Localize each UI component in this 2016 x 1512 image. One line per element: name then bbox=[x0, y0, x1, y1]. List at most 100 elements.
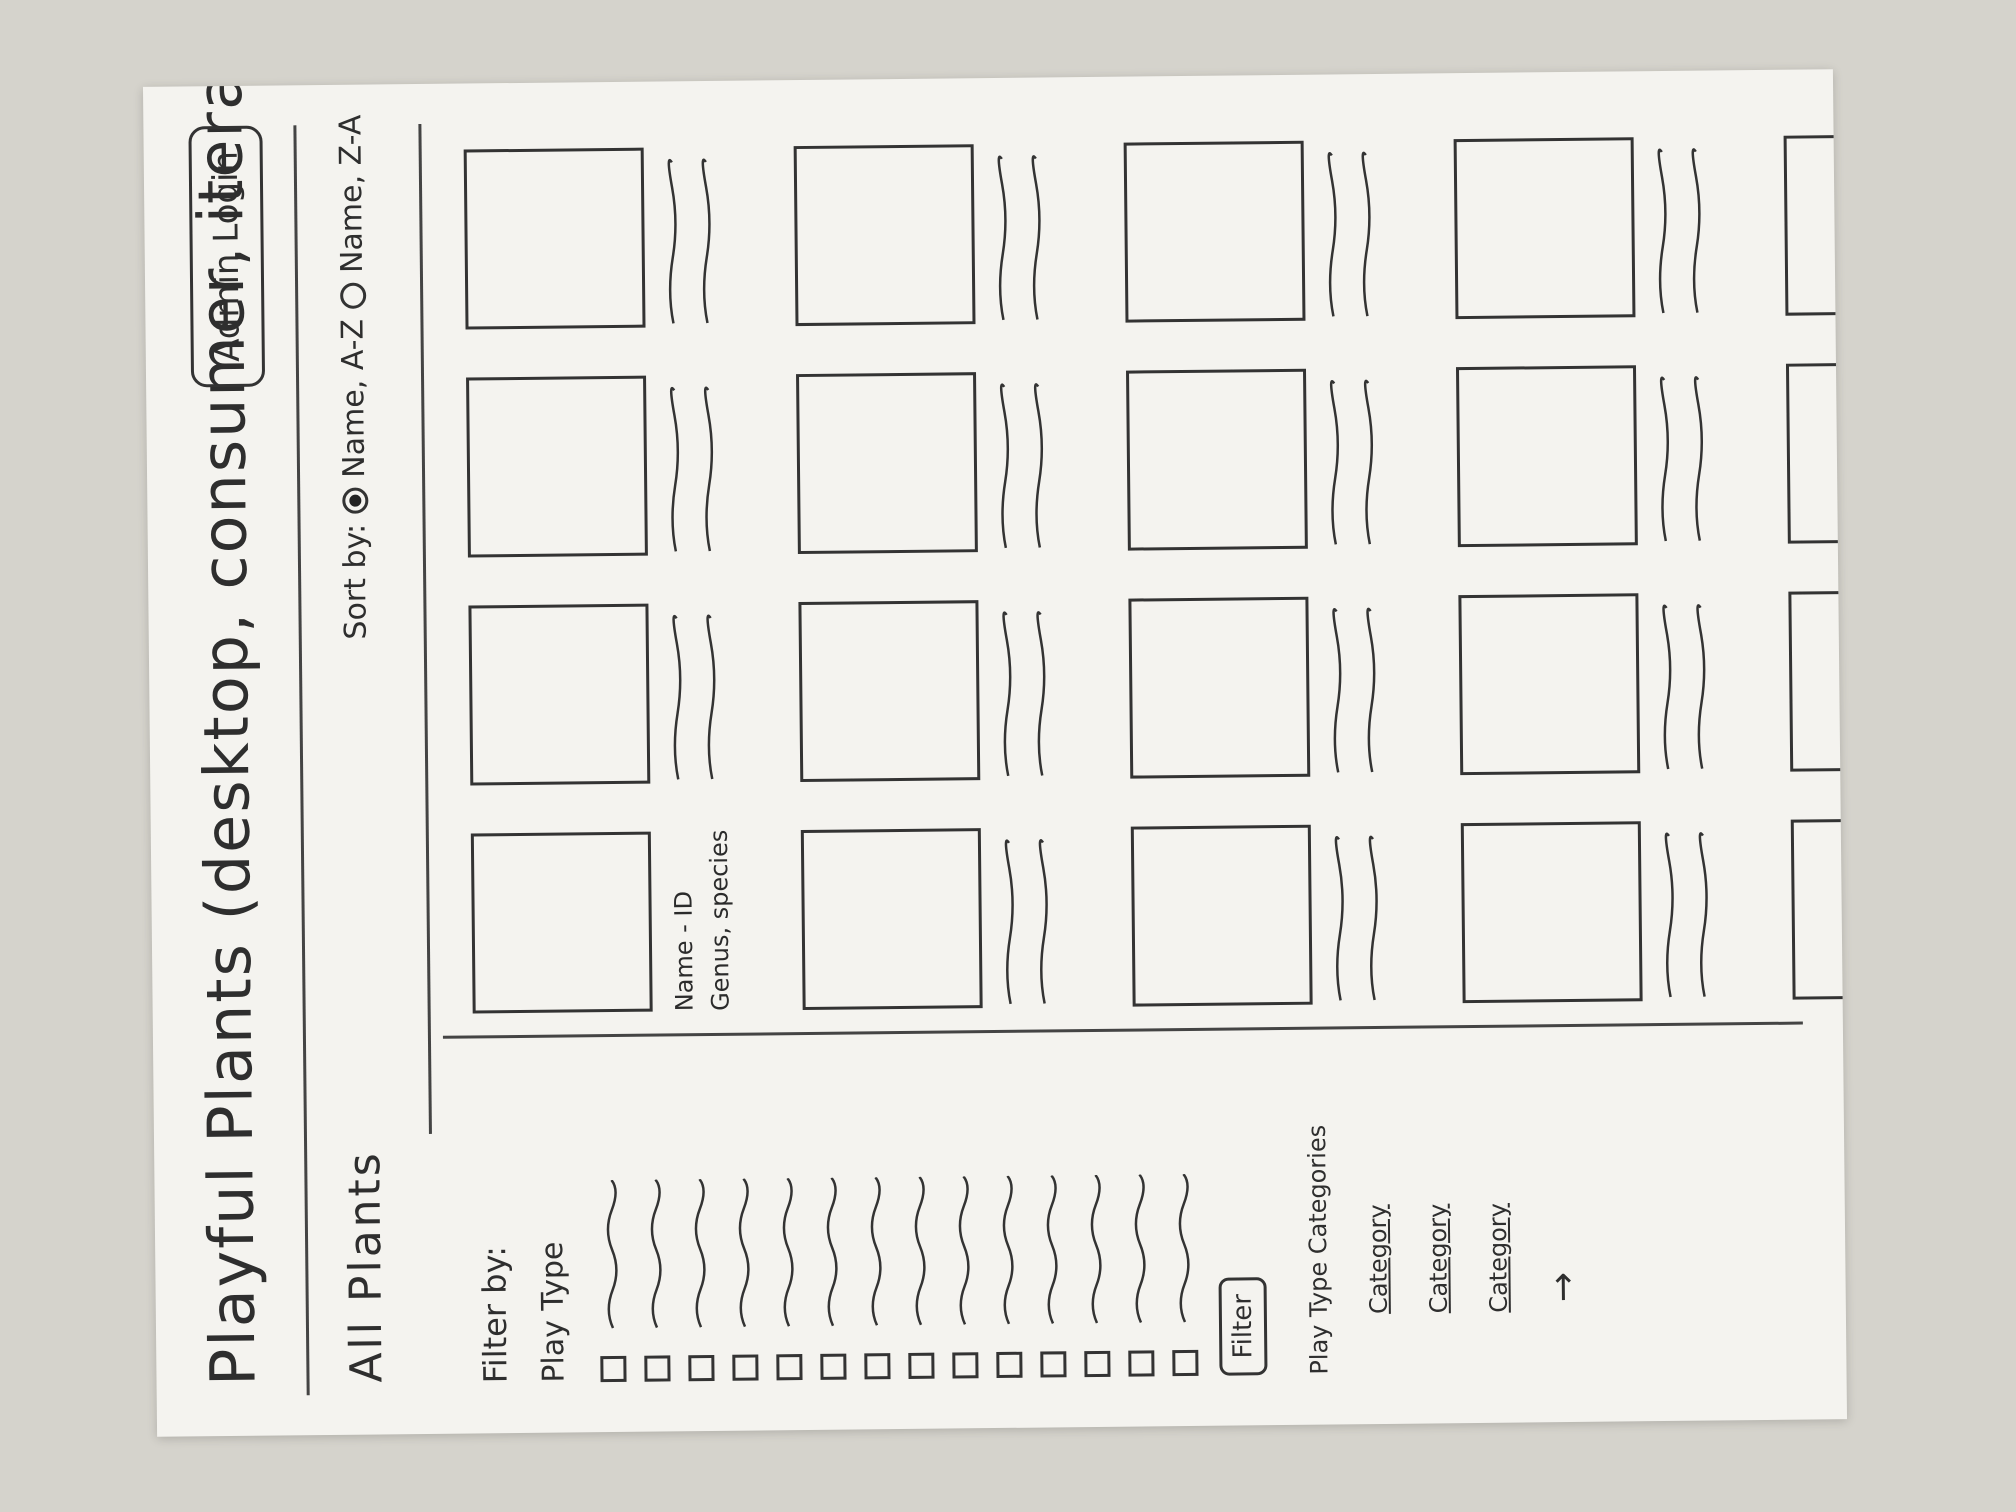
plant-image-placeholder[interactable] bbox=[463, 147, 646, 330]
plant-image-placeholder[interactable] bbox=[1128, 596, 1311, 779]
plant-card[interactable]: Name - ID Genus, species bbox=[470, 820, 763, 1014]
placeholder-text-lines bbox=[1329, 379, 1374, 545]
play-type-option[interactable] bbox=[676, 1051, 723, 1382]
play-type-checkbox[interactable] bbox=[1084, 1350, 1111, 1378]
plant-image-placeholder[interactable] bbox=[466, 375, 648, 558]
play-type-checkbox[interactable] bbox=[1128, 1350, 1155, 1377]
category-link[interactable]: Category bbox=[1422, 1043, 1453, 1314]
plant-image-placeholder[interactable] bbox=[1458, 593, 1641, 776]
play-type-option[interactable] bbox=[1116, 1046, 1163, 1377]
plant-image-placeholder[interactable] bbox=[1126, 368, 1308, 551]
play-type-checkbox[interactable] bbox=[996, 1351, 1023, 1379]
plant-card[interactable] bbox=[798, 589, 1090, 783]
plant-image-placeholder[interactable] bbox=[798, 600, 981, 783]
plant-grid: Name - ID Genus, species bbox=[463, 97, 1848, 1014]
play-type-checkbox[interactable] bbox=[644, 1355, 671, 1382]
sort-radio-name-za[interactable] bbox=[339, 282, 366, 310]
play-type-option[interactable] bbox=[808, 1050, 855, 1380]
category-link[interactable]: Category bbox=[1362, 1044, 1393, 1314]
play-type-checkbox[interactable] bbox=[952, 1352, 979, 1379]
plant-card[interactable] bbox=[1783, 123, 1848, 316]
play-type-option[interactable] bbox=[940, 1048, 987, 1379]
plant-card[interactable] bbox=[1130, 814, 1423, 1007]
header-divider bbox=[293, 125, 310, 1396]
sort-radio-name-az[interactable] bbox=[341, 487, 368, 514]
placeholder-label bbox=[870, 1177, 882, 1326]
play-type-option[interactable] bbox=[588, 1052, 635, 1383]
plant-card[interactable] bbox=[1460, 810, 1753, 1004]
placeholder-label bbox=[606, 1179, 618, 1329]
plant-image-placeholder[interactable] bbox=[1783, 133, 1848, 316]
plant-card[interactable] bbox=[1123, 130, 1416, 323]
plant-image-placeholder[interactable] bbox=[1790, 817, 1848, 1000]
plant-card[interactable] bbox=[468, 592, 760, 786]
admin-login-button[interactable]: Admin Login bbox=[188, 125, 266, 388]
plant-card[interactable] bbox=[463, 136, 756, 330]
plant-image-placeholder[interactable] bbox=[1460, 821, 1643, 1004]
content-divider bbox=[418, 123, 432, 1134]
play-type-categories-label: Play Type Categories bbox=[1302, 1124, 1334, 1375]
placeholder-label bbox=[1002, 1175, 1014, 1325]
plant-card[interactable] bbox=[1458, 582, 1750, 776]
plant-image-placeholder[interactable] bbox=[470, 831, 653, 1014]
sort-label: Sort by: bbox=[337, 523, 374, 640]
play-type-option[interactable] bbox=[1028, 1047, 1075, 1378]
plant-card[interactable] bbox=[1790, 807, 1848, 1000]
placeholder-label bbox=[1178, 1173, 1190, 1323]
play-type-checkbox[interactable] bbox=[600, 1355, 627, 1383]
plant-image-placeholder[interactable] bbox=[793, 144, 976, 327]
filter-by-label: Filter by: bbox=[475, 1245, 515, 1384]
play-type-checkbox[interactable] bbox=[732, 1354, 759, 1381]
plant-genus-species: Genus, species bbox=[704, 829, 735, 1012]
play-type-option[interactable] bbox=[632, 1051, 679, 1382]
play-type-checkbox[interactable] bbox=[688, 1354, 715, 1382]
placeholder-text-lines bbox=[1334, 835, 1378, 1001]
filter-button[interactable]: Filter bbox=[1218, 1276, 1268, 1376]
placeholder-label bbox=[1090, 1174, 1102, 1324]
sidebar-divider bbox=[442, 1021, 1803, 1039]
play-type-checkbox[interactable] bbox=[776, 1354, 803, 1381]
play-type-checkbox[interactable] bbox=[864, 1353, 891, 1380]
plant-image-placeholder[interactable] bbox=[1130, 824, 1313, 1007]
placeholder-label bbox=[782, 1178, 794, 1327]
play-type-checkbox[interactable] bbox=[908, 1352, 935, 1379]
placeholder-text-lines bbox=[997, 155, 1041, 321]
plant-card[interactable] bbox=[800, 817, 1093, 1011]
plant-image-placeholder[interactable] bbox=[1123, 140, 1306, 323]
plant-card[interactable] bbox=[1788, 579, 1848, 772]
play-type-option[interactable] bbox=[984, 1048, 1031, 1379]
placeholder-text-lines bbox=[1659, 376, 1704, 542]
plant-image-placeholder[interactable] bbox=[1788, 589, 1848, 772]
placeholder-text-lines bbox=[1332, 607, 1376, 773]
play-type-option[interactable] bbox=[1072, 1047, 1119, 1378]
sort-option-label: Name, Z-A bbox=[333, 114, 370, 274]
placeholder-text-lines bbox=[999, 383, 1044, 549]
plant-card[interactable] bbox=[1128, 586, 1420, 779]
plant-image-placeholder[interactable] bbox=[800, 828, 983, 1011]
plant-image-placeholder[interactable] bbox=[468, 603, 651, 786]
plant-card[interactable] bbox=[1453, 126, 1745, 320]
plant-card[interactable] bbox=[793, 133, 1086, 327]
plant-card[interactable] bbox=[1455, 354, 1748, 548]
placeholder-text-lines bbox=[1002, 611, 1046, 777]
play-type-option[interactable] bbox=[720, 1050, 767, 1381]
play-type-option[interactable] bbox=[1160, 1046, 1207, 1377]
plant-card[interactable] bbox=[1126, 358, 1418, 551]
plant-image-placeholder[interactable] bbox=[796, 372, 978, 555]
plant-card[interactable] bbox=[466, 364, 758, 558]
play-type-checkbox[interactable] bbox=[820, 1353, 847, 1380]
plant-image-placeholder[interactable] bbox=[1455, 365, 1638, 548]
plant-card[interactable] bbox=[796, 361, 1088, 555]
play-type-option[interactable] bbox=[852, 1049, 899, 1380]
arrow-right-icon[interactable]: → bbox=[1540, 1042, 1583, 1303]
play-type-option[interactable] bbox=[764, 1050, 811, 1381]
plant-image-placeholder[interactable] bbox=[1453, 137, 1636, 320]
play-type-option[interactable] bbox=[896, 1049, 943, 1379]
play-type-checkbox[interactable] bbox=[1040, 1351, 1067, 1378]
paper-sheet: Playful Plants (desktop, consumer, itera… bbox=[142, 69, 1848, 1437]
plant-image-placeholder[interactable] bbox=[1785, 361, 1848, 544]
placeholder-label bbox=[1046, 1175, 1058, 1324]
play-type-checkbox[interactable] bbox=[1172, 1349, 1199, 1377]
plant-card[interactable] bbox=[1785, 351, 1848, 544]
category-link[interactable]: Category bbox=[1482, 1043, 1513, 1313]
